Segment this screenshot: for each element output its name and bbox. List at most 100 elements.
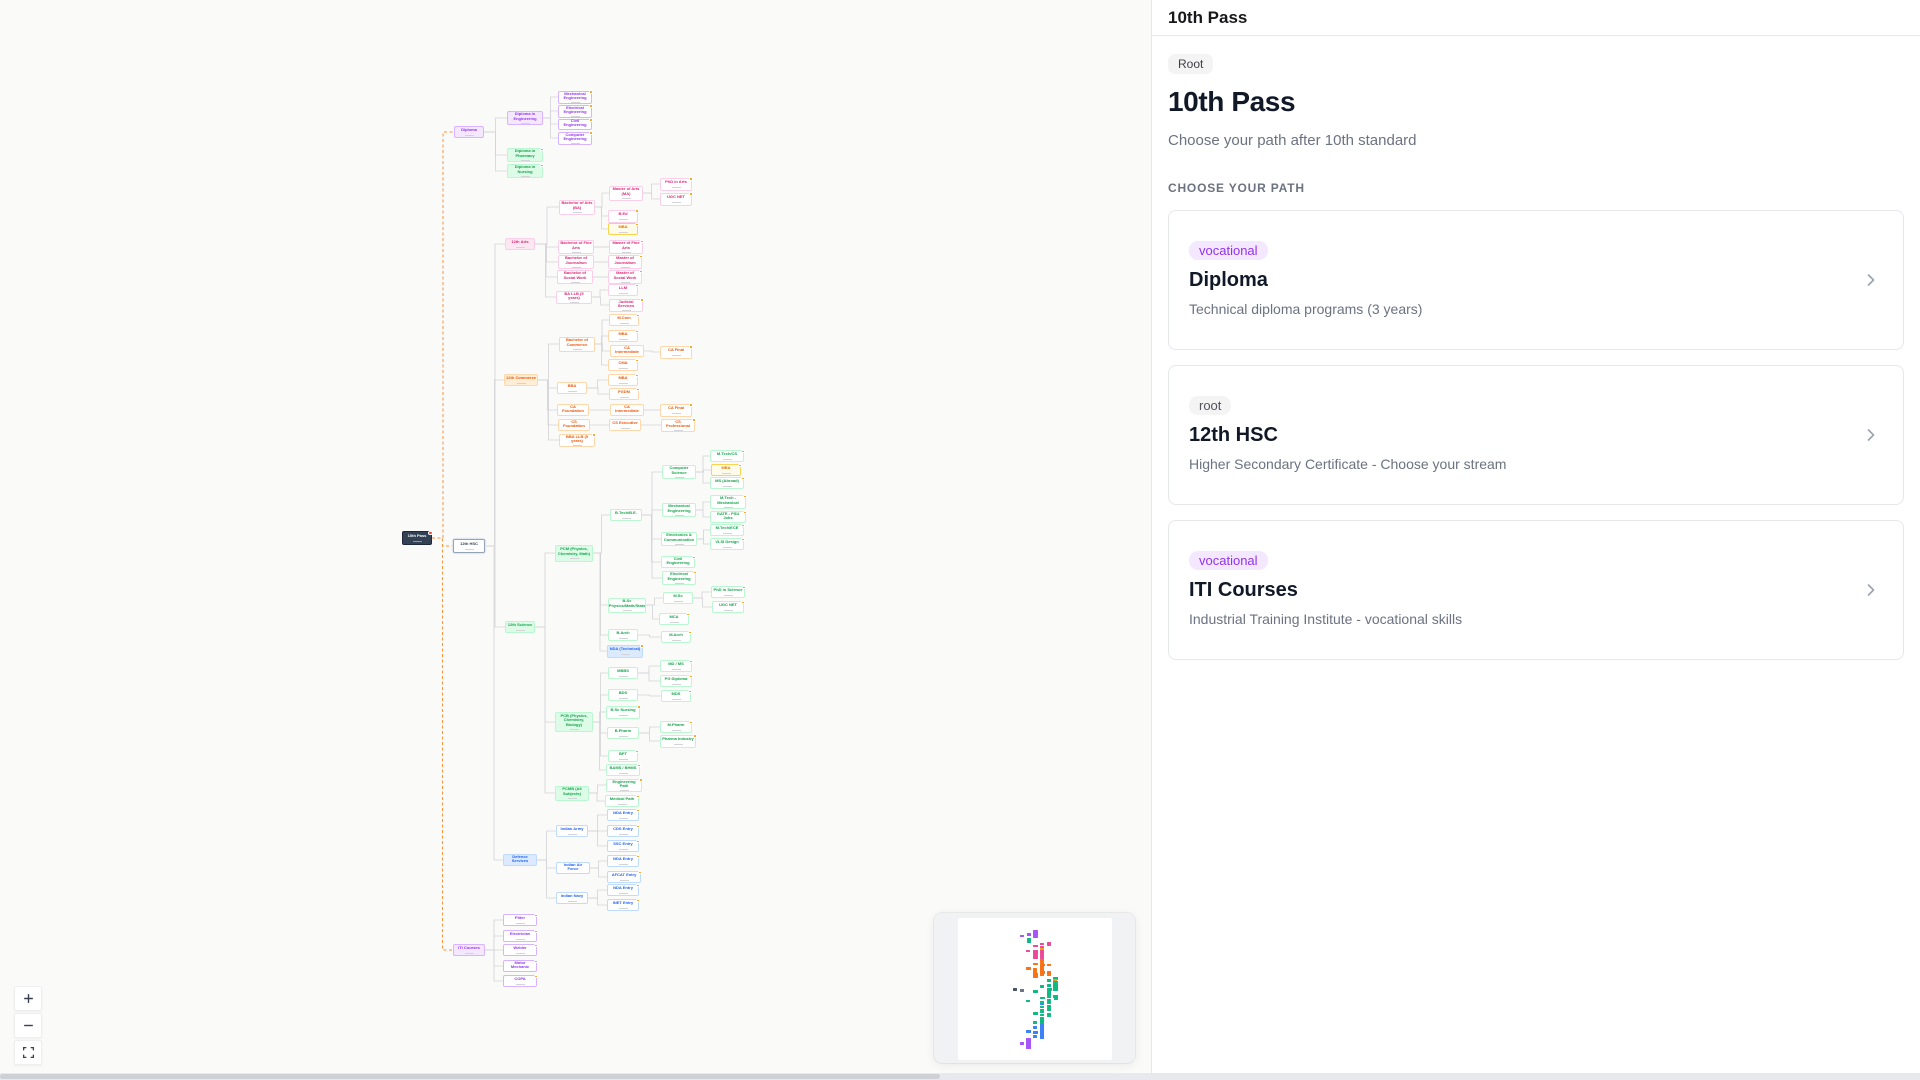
- flow-node-pgdip[interactable]: PG Diploma: [660, 674, 693, 687]
- flow-node-science[interactable]: 12th Science: [505, 621, 535, 633]
- flow-node-diploma[interactable]: Diploma: [454, 126, 484, 138]
- flow-node-mtech_ece[interactable]: M.Tech/ECE: [710, 523, 745, 536]
- flow-node-mba_c2[interactable]: MBA: [608, 373, 639, 386]
- flow-node-ugcnet_a[interactable]: UGC NET: [660, 192, 693, 206]
- flow-node-bcom[interactable]: Bachelor of Commerce: [559, 336, 595, 352]
- flow-node-cs_prof[interactable]: CS Professional: [661, 418, 696, 432]
- flow-minimap[interactable]: [934, 913, 1135, 1063]
- flow-node-mbbs[interactable]: MBBS: [608, 667, 638, 679]
- flow-node-pgdm[interactable]: PGDM: [609, 387, 640, 400]
- flow-node-msw[interactable]: Master of Social Work: [608, 269, 643, 284]
- flow-node-civil2[interactable]: Civil Engineering: [661, 555, 696, 568]
- flow-node-cma[interactable]: CMA: [608, 358, 639, 371]
- flow-node-phd_sci[interactable]: PhD in Science: [711, 585, 746, 598]
- flow-node-nda2[interactable]: NDA Entry: [607, 854, 640, 867]
- flow-node-elec_e[interactable]: Electrical Engineering: [558, 104, 593, 118]
- zoom-in-icon[interactable]: [14, 986, 42, 1011]
- flow-node-army[interactable]: Indian Army: [556, 825, 588, 837]
- flow-node-civil_e[interactable]: Civil Engineering: [558, 118, 593, 130]
- flow-node-bsw[interactable]: Bachelor of Social Work: [557, 270, 593, 284]
- flow-node-dip_pharm[interactable]: Diploma in Pharmacy: [507, 147, 544, 162]
- flow-node-cs2[interactable]: Computer Science: [662, 465, 696, 479]
- flow-node-nda1[interactable]: NDA Entry: [607, 808, 640, 821]
- flow-node-defence[interactable]: Defence Services: [503, 854, 537, 866]
- flow-node-navy[interactable]: Indian Navy: [556, 892, 588, 904]
- flow-node-ms_abroad[interactable]: MS (Abroad): [710, 476, 745, 489]
- flow-node-ballb[interactable]: BA LLB (5 years): [556, 290, 592, 304]
- flow-node-gate[interactable]: GATE - PSU Jobs: [710, 510, 747, 523]
- flow-node-motor[interactable]: Motor Mechanic: [503, 959, 538, 972]
- flow-node-phd_arts[interactable]: PhD in Arts: [660, 177, 693, 191]
- flow-node-welder[interactable]: Welder: [503, 943, 538, 956]
- flow-node-ca_f1[interactable]: CA Final: [660, 345, 693, 359]
- flow-node-dip_nurs[interactable]: Diploma in Nursing: [507, 163, 544, 178]
- flow-node-nda_tech[interactable]: NDA (Technical): [607, 644, 644, 658]
- flow-canvas[interactable]: 10th Pass Diploma 12th HSC ITI Courses Diplo…: [0, 0, 1151, 1080]
- flow-node-mds[interactable]: MDS: [661, 689, 692, 702]
- flow-node-mba_s[interactable]: MBA: [711, 463, 742, 476]
- flow-node-afcat[interactable]: AFCAT Entry: [607, 870, 642, 883]
- scrollbar-thumb[interactable]: [0, 1074, 940, 1079]
- flow-node-pcb[interactable]: PCB (Physics, Chemistry, Biology): [555, 712, 593, 732]
- flow-node-mech_e[interactable]: Mechanical Engineering: [558, 90, 593, 104]
- flow-node-comp_e[interactable]: Computer Engineering: [558, 131, 593, 145]
- flow-node-mfa[interactable]: Master of Fine Arts: [609, 239, 644, 254]
- flow-node-ssc[interactable]: SSC Entry: [607, 839, 640, 852]
- flow-node-dip_eng[interactable]: Diploma in Engineering: [507, 111, 543, 125]
- flow-node-bsc_nurs[interactable]: B.Sc Nursing: [606, 705, 641, 719]
- flow-node-bpharm[interactable]: B.Pharm: [607, 727, 639, 739]
- flow-node-commerce[interactable]: 12th Commerce: [504, 374, 538, 386]
- flow-node-bpt[interactable]: BPT: [608, 749, 639, 762]
- flow-node-btech[interactable]: B.Tech/B.E.: [610, 509, 642, 521]
- flow-node-bfa[interactable]: Bachelor of Fine Arts: [558, 240, 594, 254]
- flow-node-pcmb[interactable]: PCMB (All Subjects): [555, 785, 589, 801]
- flow-node-mtech_cs[interactable]: M.Tech/CS: [710, 449, 745, 462]
- flow-node-m_arch[interactable]: M.Arch: [661, 630, 692, 643]
- flow-node-mech2[interactable]: Mechanical Engineering: [662, 503, 696, 517]
- card-12th-hsc[interactable]: root 12th HSC Higher Secondary Certifica…: [1168, 365, 1904, 505]
- flow-node-bballb[interactable]: BBA LLB (5 years): [559, 433, 596, 447]
- flow-node-electrician[interactable]: Electrician: [503, 929, 538, 942]
- flow-node-llm[interactable]: LLM: [608, 283, 639, 296]
- flow-node-vlsi[interactable]: VLSI Design: [710, 537, 745, 550]
- flow-node-arts[interactable]: 12th Arts: [505, 238, 535, 250]
- flow-node-mpharm[interactable]: M.Pharm: [660, 720, 693, 733]
- flow-node-ba[interactable]: Bachelor of Arts (BA): [559, 199, 595, 215]
- flow-node-mba_a[interactable]: MBA: [608, 222, 639, 235]
- flow-node-fitter[interactable]: Fitter: [503, 913, 538, 926]
- flow-node-judicial[interactable]: Judicial Services: [609, 298, 644, 312]
- flow-node-cs_exec[interactable]: CS Executive: [609, 419, 641, 431]
- zoom-out-icon[interactable]: [14, 1013, 42, 1038]
- flow-node-pharma[interactable]: Pharma Industry: [660, 734, 697, 748]
- flow-node-copa[interactable]: COPA: [503, 974, 538, 987]
- flow-node-pcm[interactable]: PCM (Physics, Chemistry, Math): [555, 544, 593, 562]
- flow-node-bsc[interactable]: B.Sc Physics/Math/Stats: [608, 597, 646, 613]
- flow-node-mtech_mech[interactable]: M.Tech - Mechanical: [710, 494, 747, 509]
- flow-node-ca_f2[interactable]: CA Final: [660, 403, 693, 417]
- flow-node-bds[interactable]: BDS: [608, 689, 638, 701]
- flow-node-bed[interactable]: B.Ed: [608, 209, 639, 223]
- flow-node-ece[interactable]: Electronics & Communication: [661, 532, 697, 546]
- flow-node-root[interactable]: 10th Pass: [402, 530, 433, 545]
- flow-node-cs_found[interactable]: CS Foundation: [558, 419, 590, 431]
- flow-node-ma[interactable]: Master of Arts (MA): [609, 185, 643, 201]
- flow-node-nda3[interactable]: NDA Entry: [607, 883, 640, 896]
- flow-node-bba[interactable]: BBA: [557, 382, 587, 394]
- flow-node-cds[interactable]: CDS Entry: [607, 824, 640, 837]
- flow-node-eng_path[interactable]: Engineering Path: [606, 778, 643, 792]
- flow-node-bjourn[interactable]: Bachelor of Journalism: [558, 255, 594, 269]
- flow-node-elec2[interactable]: Electrical Engineering: [662, 570, 697, 585]
- horizontal-scrollbar[interactable]: [0, 1073, 1920, 1080]
- flow-node-ca_i1[interactable]: CA Intermediate: [610, 345, 644, 357]
- flow-node-b_arch[interactable]: B.Arch: [608, 629, 638, 641]
- flow-node-med_path[interactable]: Medical Path: [605, 794, 640, 807]
- flow-node-mdms[interactable]: MD / MS: [660, 659, 693, 672]
- flow-node-msc[interactable]: M.Sc: [663, 592, 693, 604]
- flow-node-iti[interactable]: ITI Courses: [453, 944, 485, 956]
- flow-node-mjourn[interactable]: Master of Journalism: [608, 254, 643, 269]
- flow-node-bams[interactable]: BAMS / BHMS: [606, 763, 641, 776]
- fit-view-icon[interactable]: [14, 1040, 42, 1065]
- flow-node-inet[interactable]: INET Entry: [607, 898, 640, 911]
- flow-node-mba_c[interactable]: MBA: [608, 329, 639, 342]
- flow-node-ca_found[interactable]: CA Foundation: [557, 404, 589, 416]
